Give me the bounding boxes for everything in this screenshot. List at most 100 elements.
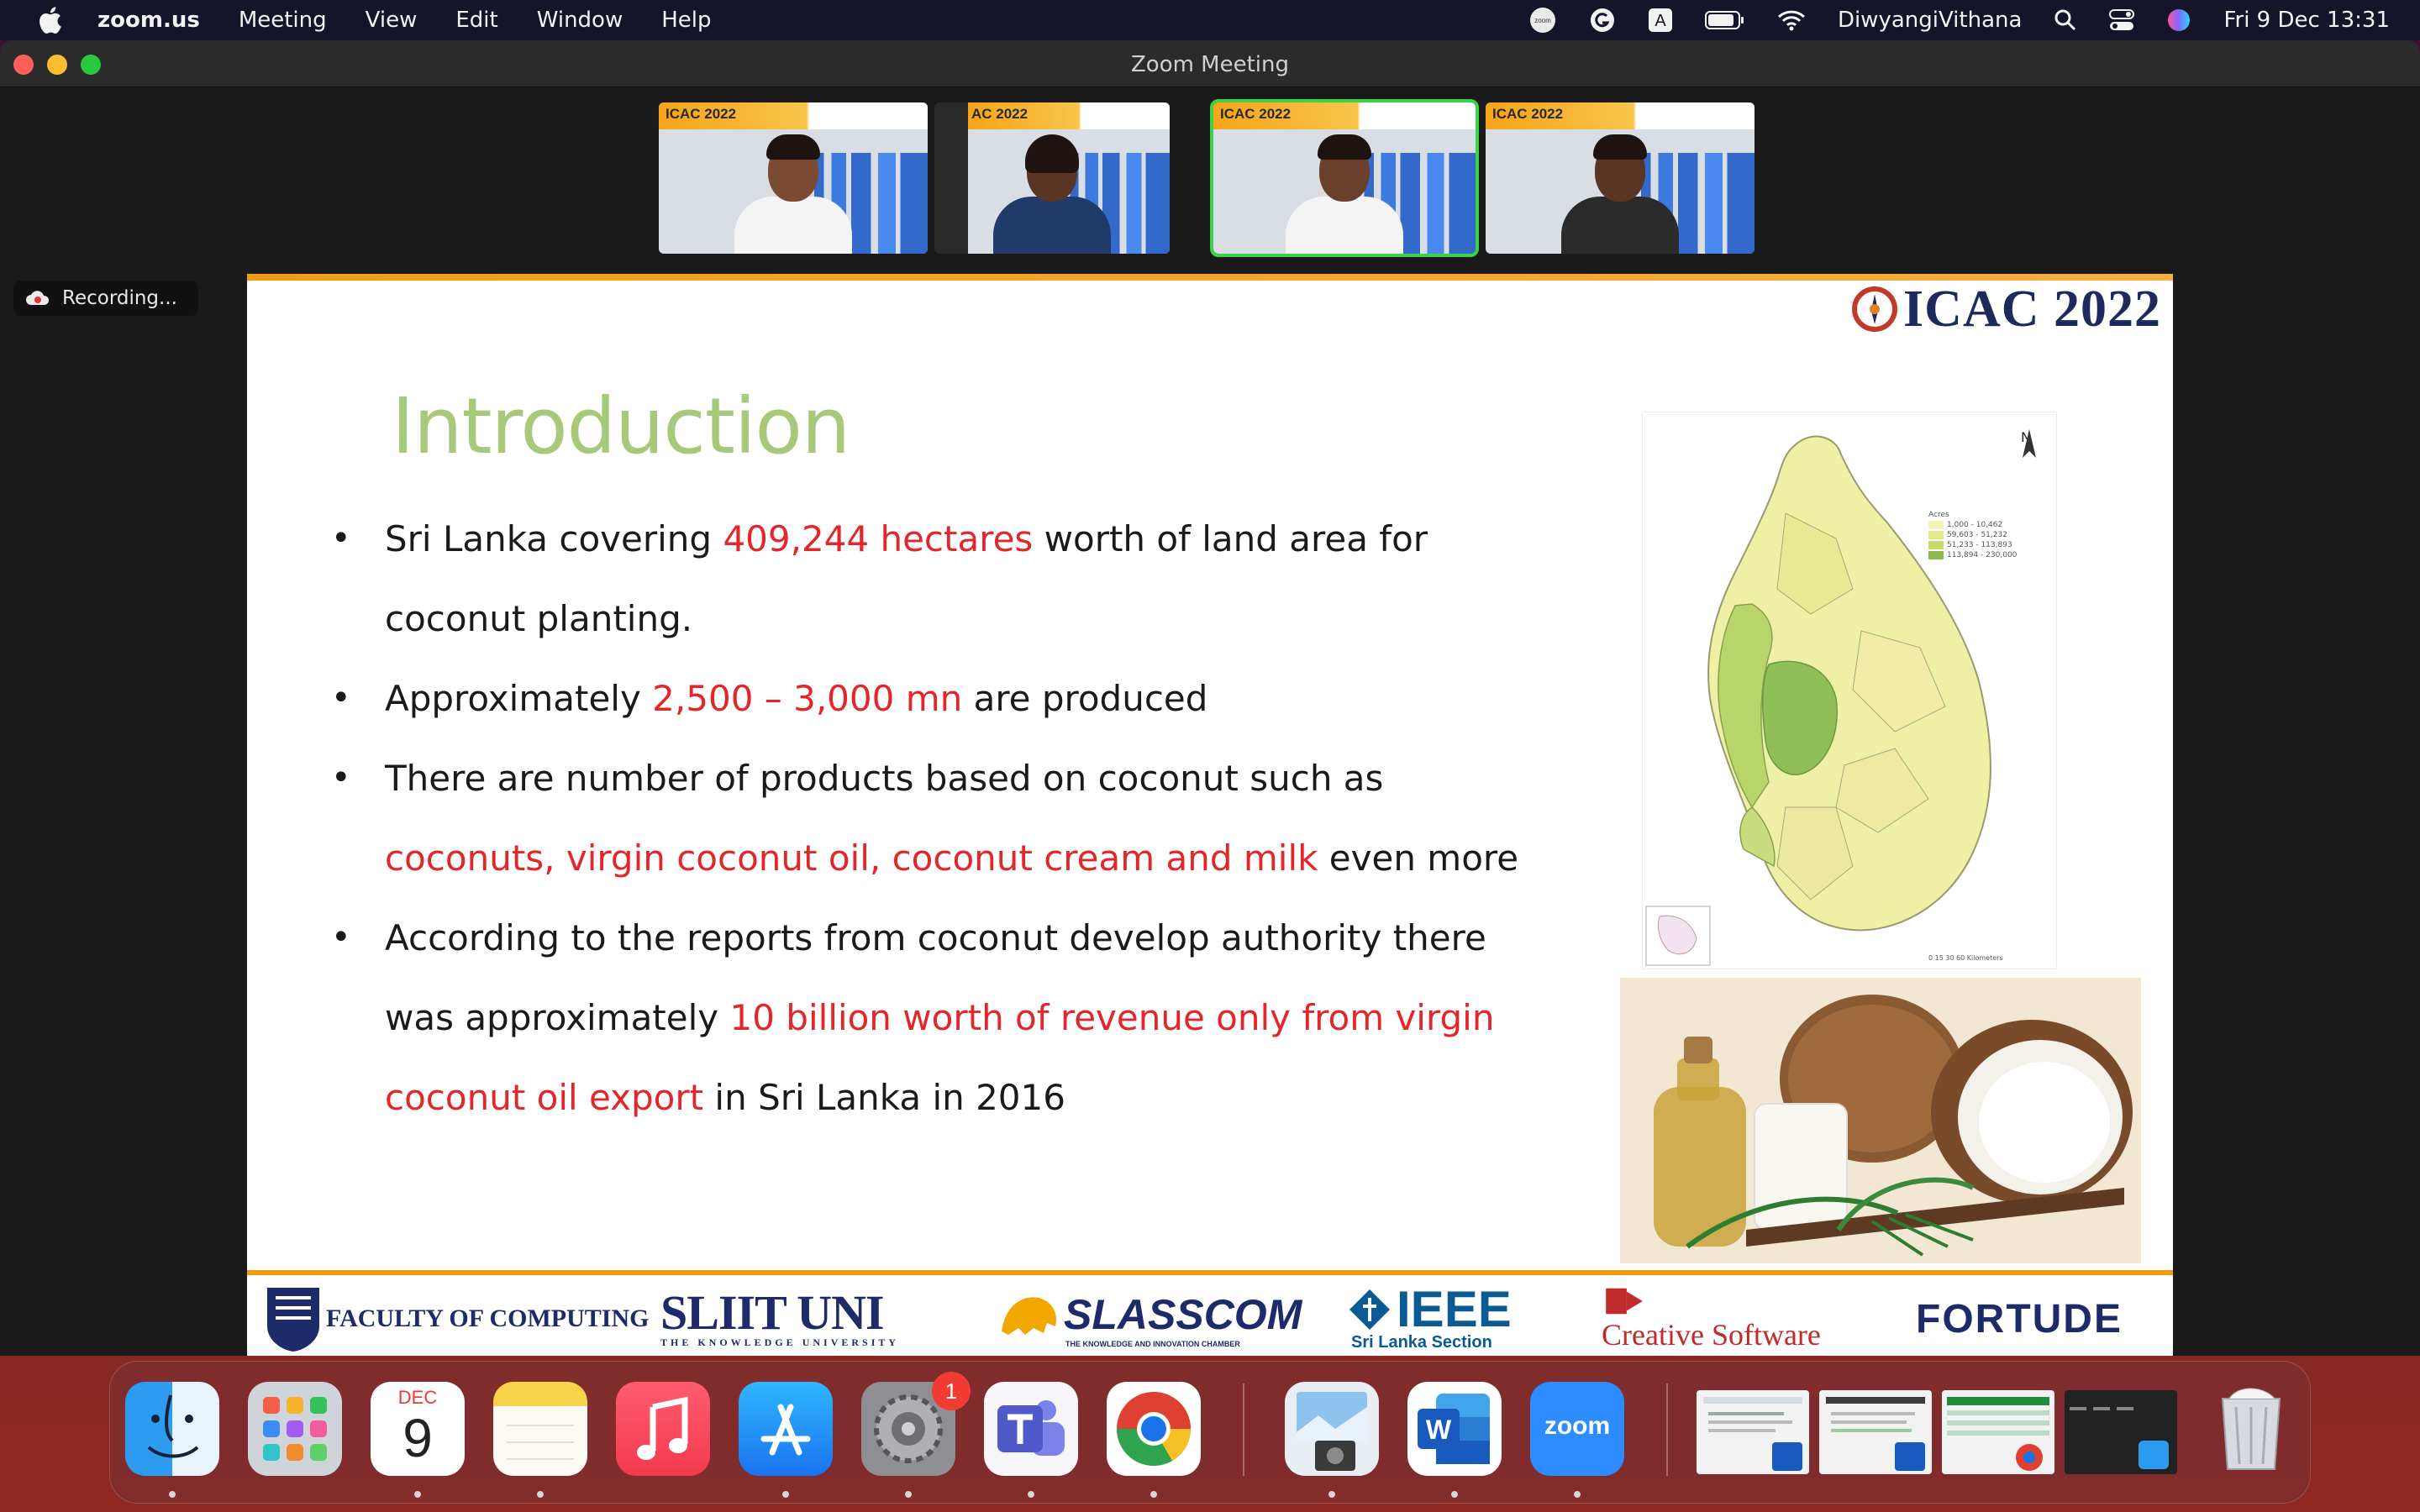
wifi-icon[interactable] xyxy=(1777,9,1806,31)
participant-avatar xyxy=(993,128,1111,254)
window-title: Zoom Meeting xyxy=(1130,52,1290,77)
running-indicator xyxy=(414,1491,421,1498)
menu-window[interactable]: Window xyxy=(537,8,623,33)
bullet-text: Sri Lanka covering xyxy=(385,518,723,559)
running-indicator xyxy=(1150,1491,1157,1498)
legend-row: 59,603 - 51,232 xyxy=(1928,530,2017,540)
spotlight-search-icon[interactable] xyxy=(2054,8,2077,32)
cloud-recording-icon xyxy=(26,291,50,305)
cloud-recording-indicator[interactable]: Recording... xyxy=(13,281,198,316)
menu-meeting[interactable]: Meeting xyxy=(239,8,327,33)
slasscom-logo-text: SLASSCOM xyxy=(1064,1291,1302,1338)
menu-help[interactable]: Help xyxy=(661,8,711,33)
app-menu-zoom[interactable]: zoom.us xyxy=(97,8,200,33)
thumb-banner-text: AC 2022 xyxy=(971,106,1028,122)
dock-app-store-icon[interactable] xyxy=(739,1382,833,1476)
zoom-status-icon[interactable]: zoom xyxy=(1528,6,1557,34)
dock-music-icon[interactable] xyxy=(616,1382,710,1476)
input-source-icon[interactable]: A xyxy=(1648,8,1673,33)
dock-zoom-icon[interactable]: zoom xyxy=(1530,1382,1624,1476)
north-arrow-icon: N xyxy=(2021,429,2037,458)
participant-video-1[interactable]: ICAC 2022 xyxy=(659,102,928,254)
participant-avatar xyxy=(734,128,852,254)
slasscom-logo: SLASSCOM THE KNOWLEDGE AND INNOVATION CH… xyxy=(997,1285,1302,1352)
legend-label: 59,603 - 51,232 xyxy=(1947,531,2007,539)
dock-finder-icon[interactable] xyxy=(125,1382,219,1476)
minimized-finder-window[interactable] xyxy=(2065,1390,2177,1474)
menubar-clock[interactable]: Fri 9 Dec 13:31 xyxy=(2223,8,2390,33)
participant-strip: ICAC 2022 AC 2022 ICAC 2022 ICAC 2022 xyxy=(0,99,2420,257)
sliit-logo-text: SLIIT UNI xyxy=(660,1284,885,1340)
faculty-of-computing-logo: FACULTY OF COMPUTING xyxy=(264,1285,649,1352)
slide-title: Introduction xyxy=(392,381,850,471)
input-source-label: A xyxy=(1655,12,1666,30)
siri-icon[interactable] xyxy=(2166,8,2191,33)
participant-avatar xyxy=(1561,128,1679,254)
zoom-status-label: zoom xyxy=(1534,17,1551,24)
ieee-sri-lanka-logo: IEEE Sri Lanka Section xyxy=(1348,1284,1512,1352)
sri-lanka-map-graphic xyxy=(1645,435,1991,966)
coconut-illustration xyxy=(1620,978,2141,1263)
participant-video-3-active-speaker[interactable]: ICAC 2022 xyxy=(1210,99,1479,257)
legend-label: 113,894 - 230,000 xyxy=(1947,551,2018,559)
running-indicator xyxy=(1451,1491,1458,1498)
legend-row: 51,233 - 113,893 xyxy=(1928,540,2017,550)
word-letter: W xyxy=(1426,1415,1452,1445)
running-indicator xyxy=(1028,1491,1034,1498)
creative-software-icon xyxy=(1606,1288,1643,1315)
menu-view[interactable]: View xyxy=(366,8,418,33)
control-center-icon[interactable] xyxy=(2109,8,2135,32)
legend-title: Acres xyxy=(1928,511,1949,519)
dock-word-icon[interactable]: W xyxy=(1407,1382,1502,1476)
calendar-day: 9 xyxy=(402,1408,433,1468)
legend-row: 1,000 - 10,462 xyxy=(1928,520,2017,530)
dock-notes-icon[interactable] xyxy=(493,1382,587,1476)
slasscom-tagline: THE KNOWLEDGE AND INNOVATION CHAMBER xyxy=(1065,1340,1240,1348)
minimized-word-document-1[interactable] xyxy=(1697,1390,1809,1474)
window-titlebar[interactable]: Zoom Meeting xyxy=(0,40,2420,87)
ieee-diamond-icon xyxy=(1349,1289,1390,1330)
legend-row: 113,894 - 230,000 xyxy=(1928,550,2017,560)
participant-video-2[interactable]: AC 2022 xyxy=(934,102,1170,254)
participant-avatar xyxy=(1286,128,1403,254)
creative-software-logo: Creative Software xyxy=(1602,1285,1821,1352)
battery-icon[interactable] xyxy=(1704,10,1745,30)
dock-calendar-icon[interactable]: DEC 9 xyxy=(371,1382,465,1476)
running-indicator xyxy=(169,1491,176,1498)
dock-trash-icon[interactable] xyxy=(2204,1382,2298,1476)
dock-preview-icon[interactable] xyxy=(1285,1382,1379,1476)
icac-emblem-icon xyxy=(1852,286,1898,332)
minimized-chrome-spreadsheet[interactable] xyxy=(1942,1390,2054,1474)
menu-edit[interactable]: Edit xyxy=(455,8,497,33)
recording-label: Recording... xyxy=(62,287,177,309)
legend-label: 51,233 - 113,893 xyxy=(1947,541,2012,549)
shared-screen-slide: ICAC 2022 Introduction Sri Lanka coverin… xyxy=(247,274,2173,1356)
minimized-word-document-2[interactable] xyxy=(1819,1390,1932,1474)
apple-menu-icon[interactable] xyxy=(32,2,69,39)
sliit-logo-tagline: THE KNOWLEDGE UNIVERSITY xyxy=(660,1336,900,1348)
running-indicator xyxy=(905,1491,912,1498)
dock-microsoft-teams-icon[interactable] xyxy=(984,1382,1078,1476)
settings-notification-badge: 1 xyxy=(932,1372,971,1410)
dock-launchpad-icon[interactable] xyxy=(248,1382,342,1476)
bullet-item: There are number of products based on co… xyxy=(331,738,1558,898)
running-indicator xyxy=(1574,1491,1581,1498)
sri-lanka-coconut-map: N Acres 1,000 - 10,462 59,603 - 51,232 5… xyxy=(1642,412,2057,969)
bullet-text: Approximately xyxy=(385,678,653,719)
slide-bullet-list: Sri Lanka covering 409,244 hectares wort… xyxy=(331,499,1810,1137)
bullet-text: even more xyxy=(1318,837,1519,879)
icac-logo-text: ICAC 2022 xyxy=(1903,280,2161,338)
calendar-month: DEC xyxy=(397,1387,438,1408)
thumb-banner-text: ICAC 2022 xyxy=(1220,106,1292,122)
sponsor-logo-bar: FACULTY OF COMPUTING SLIIT UNI THE KNOWL… xyxy=(247,1270,2173,1356)
map-legend: Acres 1,000 - 10,462 59,603 - 51,232 51,… xyxy=(1928,510,2017,560)
coconut-products-photo xyxy=(1620,978,2141,1263)
participant-video-4[interactable]: ICAC 2022 xyxy=(1486,102,1754,254)
fortude-logo: FORTUDE xyxy=(1916,1285,2123,1352)
fortude-logo-text: FORTUDE xyxy=(1916,1296,2123,1341)
dock-chrome-icon[interactable] xyxy=(1107,1382,1201,1476)
bullet-text: There are number of products based on co… xyxy=(385,758,1384,799)
grammarly-icon[interactable] xyxy=(1589,7,1616,34)
ieee-logo-sub: Sri Lanka Section xyxy=(1351,1332,1492,1352)
user-name[interactable]: DiwyangiVithana xyxy=(1838,8,2023,33)
